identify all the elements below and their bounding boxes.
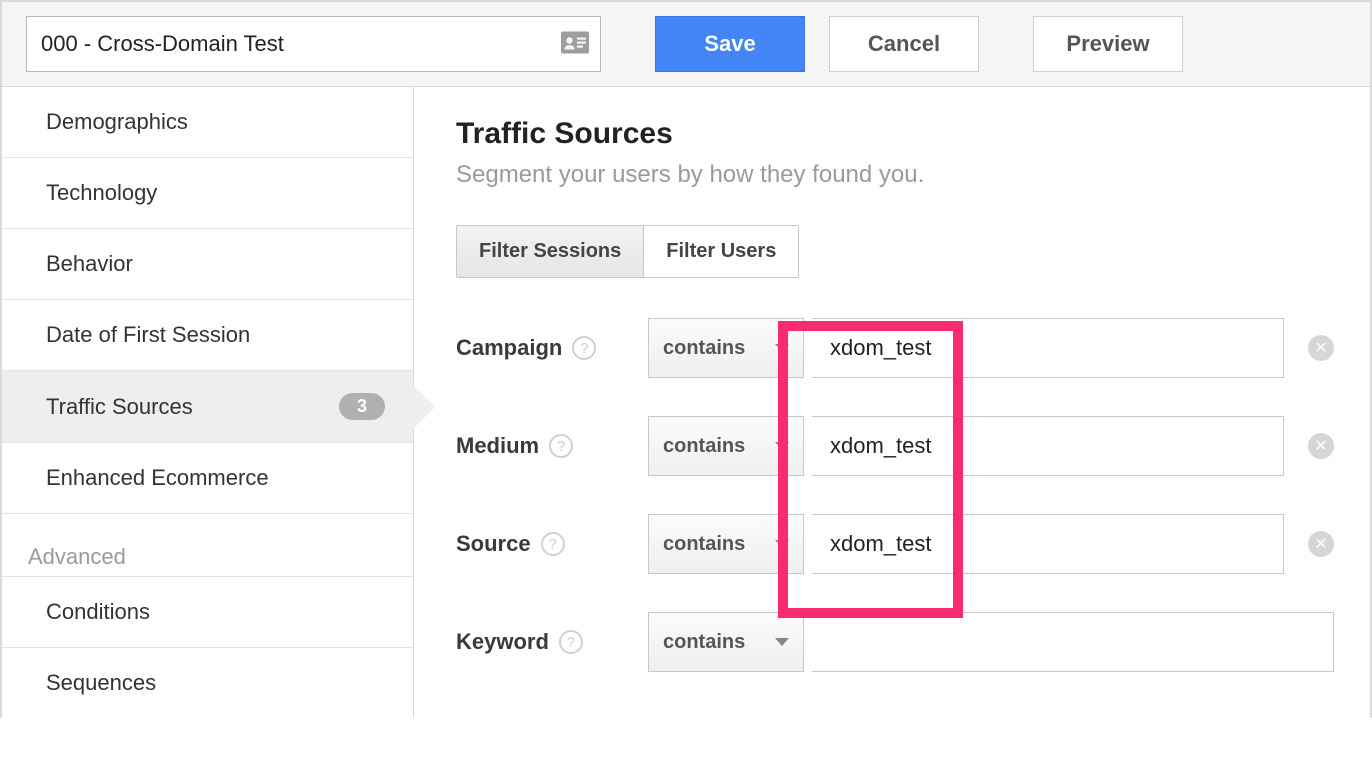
operator-select-keyword[interactable]: contains — [648, 612, 804, 672]
help-icon[interactable]: ? — [572, 336, 596, 360]
clear-button-medium[interactable]: ✕ — [1308, 433, 1334, 459]
help-icon[interactable]: ? — [559, 630, 583, 654]
help-icon[interactable]: ? — [549, 434, 573, 458]
field-label: Source ? — [456, 531, 616, 557]
close-icon: ✕ — [1314, 534, 1327, 554]
main-panel: Traffic Sources Segment your users by ho… — [414, 87, 1370, 718]
chevron-down-icon — [775, 344, 789, 352]
preview-button[interactable]: Preview — [1033, 16, 1183, 72]
sidebar-item-sequences[interactable]: Sequences — [2, 648, 413, 718]
sidebar-item-behavior[interactable]: Behavior — [2, 229, 413, 300]
segment-name-input[interactable] — [26, 16, 601, 72]
field-row-medium: Medium ? contains ✕ — [456, 416, 1334, 476]
sidebar-item-label: Date of First Session — [46, 322, 250, 348]
sidebar-item-technology[interactable]: Technology — [2, 158, 413, 229]
sidebar-item-label: Technology — [46, 180, 157, 206]
operator-select-campaign[interactable]: contains — [648, 318, 804, 378]
segment-name-wrap — [26, 16, 601, 72]
sidebar-item-label: Demographics — [46, 109, 188, 135]
segment-editor: Save Cancel Preview Demographics Technol… — [0, 0, 1372, 718]
sidebar-item-conditions[interactable]: Conditions — [2, 577, 413, 648]
close-icon: ✕ — [1314, 338, 1327, 358]
sidebar-item-traffic-sources[interactable]: Traffic Sources 3 — [2, 371, 413, 443]
sidebar: Demographics Technology Behavior Date of… — [2, 87, 414, 718]
save-button[interactable]: Save — [655, 16, 805, 72]
chevron-down-icon — [775, 540, 789, 548]
cancel-button[interactable]: Cancel — [829, 16, 979, 72]
operator-select-medium[interactable]: contains — [648, 416, 804, 476]
field-label: Keyword ? — [456, 629, 616, 655]
value-input-source[interactable] — [812, 514, 1284, 574]
sidebar-item-label: Enhanced Ecommerce — [46, 465, 269, 491]
filter-count-badge: 3 — [339, 393, 385, 420]
field-label: Medium ? — [456, 433, 616, 459]
help-icon[interactable]: ? — [541, 532, 565, 556]
clear-button-campaign[interactable]: ✕ — [1308, 335, 1334, 361]
sidebar-item-enhanced-ecommerce[interactable]: Enhanced Ecommerce — [2, 443, 413, 514]
editor-body: Demographics Technology Behavior Date of… — [2, 87, 1370, 718]
sidebar-item-date-first-session[interactable]: Date of First Session — [2, 300, 413, 371]
close-icon: ✕ — [1314, 436, 1327, 456]
chevron-down-icon — [775, 638, 789, 646]
operator-select-source[interactable]: contains — [648, 514, 804, 574]
panel-subtitle: Segment your users by how they found you… — [456, 161, 1334, 189]
value-input-keyword[interactable] — [812, 612, 1334, 672]
field-label: Campaign ? — [456, 335, 616, 361]
sidebar-item-label: Traffic Sources — [46, 394, 193, 420]
filter-scope-toggle: Filter Sessions Filter Users — [456, 225, 799, 278]
field-row-campaign: Campaign ? contains ✕ — [456, 318, 1334, 378]
panel-title: Traffic Sources — [456, 117, 1334, 151]
sidebar-section-advanced: Advanced — [2, 514, 413, 577]
field-row-keyword: Keyword ? contains — [456, 612, 1334, 672]
filter-sessions-tab[interactable]: Filter Sessions — [457, 226, 644, 277]
sidebar-item-label: Behavior — [46, 251, 133, 277]
sidebar-item-label: Sequences — [46, 670, 156, 696]
chevron-down-icon — [775, 442, 789, 450]
sidebar-item-demographics[interactable]: Demographics — [2, 87, 413, 158]
id-card-icon — [561, 32, 589, 57]
field-row-source: Source ? contains ✕ — [456, 514, 1334, 574]
value-input-campaign[interactable] — [812, 318, 1284, 378]
sidebar-item-label: Conditions — [46, 599, 150, 625]
clear-button-source[interactable]: ✕ — [1308, 531, 1334, 557]
filter-users-tab[interactable]: Filter Users — [644, 226, 798, 277]
value-input-medium[interactable] — [812, 416, 1284, 476]
toolbar: Save Cancel Preview — [2, 2, 1370, 87]
